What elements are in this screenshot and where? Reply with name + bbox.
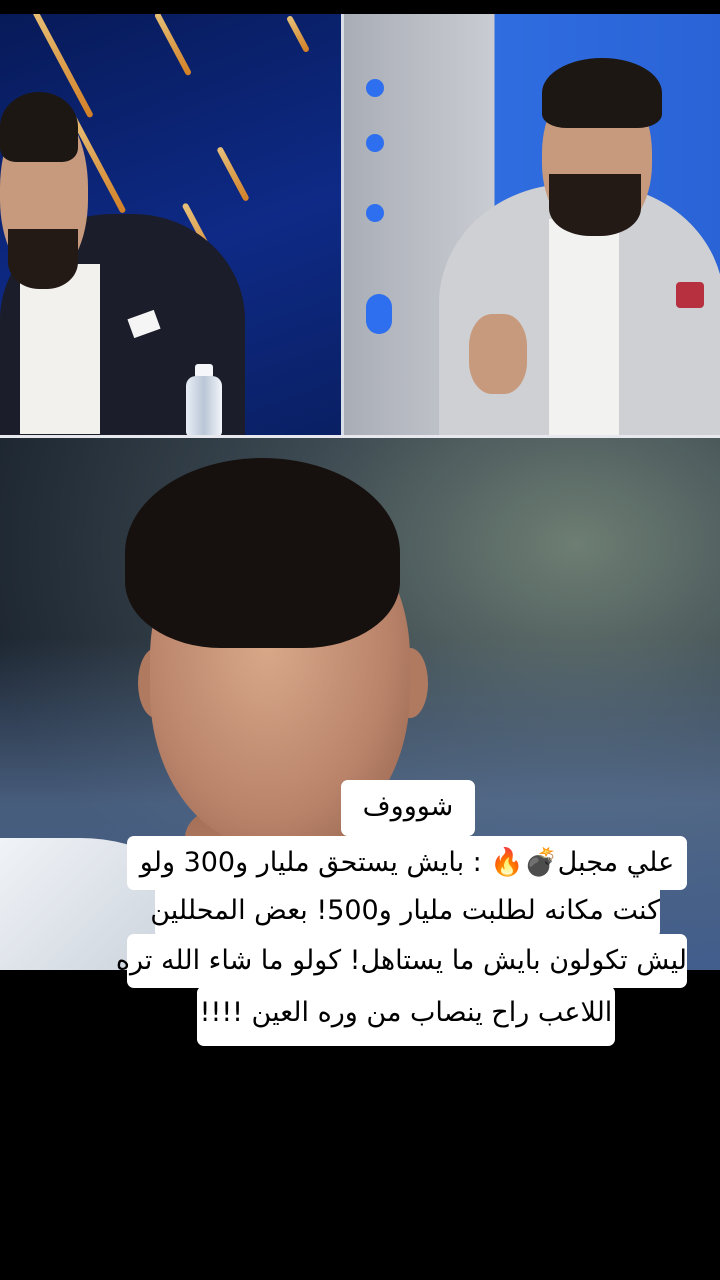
white-shirt <box>20 264 100 434</box>
studio-left-panel <box>0 14 341 438</box>
light-streak <box>285 14 311 54</box>
caption-line-3: ليش تكولون بايش ما يستاهل! كولو ما شاء ا… <box>116 934 687 988</box>
light-streak <box>153 14 193 77</box>
caption-line-4: اللاعب راح ينصاب من وره العين !!!! <box>197 986 615 1046</box>
hair <box>542 58 662 128</box>
beard <box>8 229 78 289</box>
background-dot <box>366 204 384 222</box>
caption-line-1: علي مجبل💣🔥 : بايش يستحق مليار و300 ولو <box>127 836 687 890</box>
studio-right-panel <box>344 14 720 438</box>
background-dot <box>366 294 392 334</box>
caption-line-2: كنت مكانه لطلبت مليار و500! بعض المحللين <box>150 884 660 938</box>
player-hair <box>125 458 400 648</box>
tv-studio-panel <box>0 14 720 438</box>
light-streak <box>216 146 250 202</box>
raised-hand <box>469 314 527 394</box>
white-shirt <box>549 219 619 438</box>
background-dot <box>366 134 384 152</box>
hair <box>0 92 78 162</box>
beard <box>549 174 641 236</box>
caption-title: شوووف <box>341 780 475 836</box>
background-dot <box>366 79 384 97</box>
water-bottle <box>186 376 222 436</box>
pocket-square <box>676 282 704 308</box>
